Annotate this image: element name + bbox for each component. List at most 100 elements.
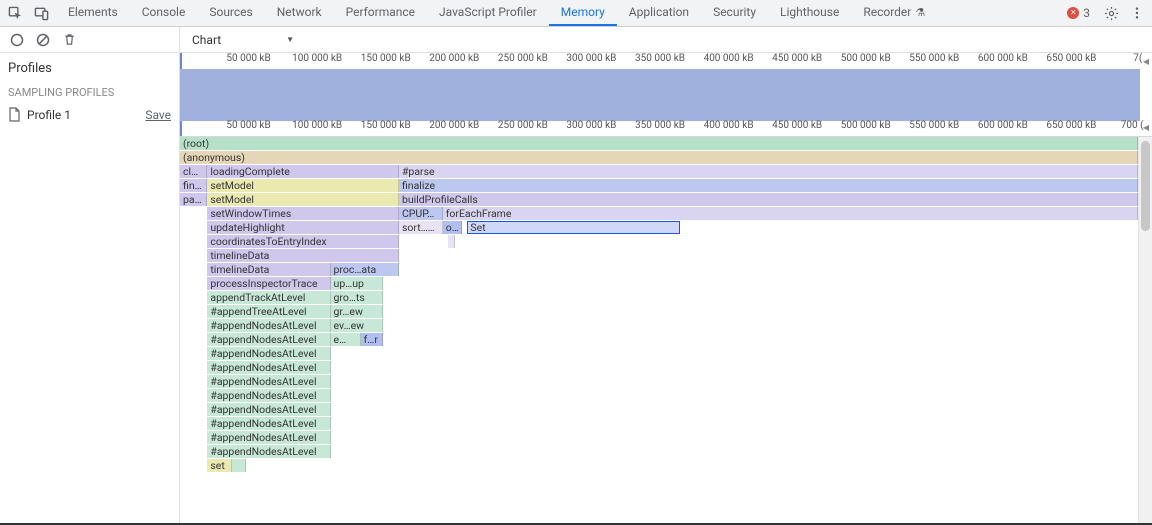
flame-bar[interactable]: (anonymous): [180, 151, 1138, 164]
flame-row: #appendNodesAtLevelev…ew: [180, 319, 1138, 333]
flame-bar[interactable]: #appendNodesAtLevel: [207, 347, 330, 360]
flame-bar[interactable]: #appendNodesAtLevel: [207, 403, 330, 416]
flame-row: timelineDataproc…ata: [180, 263, 1138, 277]
overview-right-clip: ◀ ◀: [1140, 53, 1152, 136]
flame-bar[interactable]: #appendNodesAtLevel: [207, 445, 330, 458]
tab-sources[interactable]: Sources: [197, 0, 264, 26]
tab-console[interactable]: Console: [130, 0, 198, 26]
ruler-tick: 200 000 kB: [429, 120, 479, 131]
ruler-tick: 300 000 kB: [566, 53, 616, 64]
flame-bar[interactable]: ev…ew: [331, 319, 383, 332]
device-toolbar-icon[interactable]: [30, 2, 52, 24]
error-indicator[interactable]: ✕ 3: [1067, 6, 1090, 20]
tab-label: Console: [142, 5, 186, 19]
tab-javascript-profiler[interactable]: JavaScript Profiler: [427, 0, 549, 26]
view-select[interactable]: Chart ▼: [188, 31, 298, 49]
devtools-tabbar: Elements Console Sources Network Performance…: [0, 0, 1152, 27]
vertical-scrollbar[interactable]: [1138, 137, 1152, 524]
ruler-tick: 400 000 kB: [704, 120, 754, 131]
ruler-tick: 400 000 kB: [704, 53, 754, 64]
flame-bar[interactable]: setWindowTimes: [207, 207, 399, 220]
tab-label: Network: [277, 5, 322, 19]
flame-row: closeloadingComplete#parse: [180, 165, 1138, 179]
flame-bar[interactable]: #appendNodesAtLevel: [207, 375, 330, 388]
ruler-bottom: 50 000 kB100 000 kB150 000 kB200 000 kB2…: [180, 120, 1140, 136]
flame-bar[interactable]: loadingComplete: [207, 165, 399, 178]
flame-bar[interactable]: processInspectorTrace: [207, 277, 330, 290]
flame-bar[interactable]: #appendNodesAtLevel: [207, 431, 330, 444]
profile-icon: [8, 107, 21, 122]
tab-elements[interactable]: Elements: [56, 0, 130, 26]
overview-minimap[interactable]: 50 000 kB100 000 kB150 000 kB200 000 kB2…: [180, 53, 1152, 137]
flame-bar[interactable]: #appendNodesAtLevel: [207, 389, 330, 402]
inspect-element-icon[interactable]: [4, 2, 26, 24]
flame-row: #appendNodesAtLevel: [180, 445, 1138, 459]
flame-bar[interactable]: gr…ew: [331, 305, 383, 318]
flame-bar[interactable]: fin…ce: [180, 179, 207, 192]
ruler-tick: 50 000 kB: [226, 53, 270, 64]
scrollbar-thumb[interactable]: [1141, 141, 1150, 231]
settings-icon[interactable]: [1100, 2, 1122, 24]
tab-performance[interactable]: Performance: [334, 0, 427, 26]
flame-bar[interactable]: pa…at: [180, 193, 207, 206]
tab-network[interactable]: Network: [265, 0, 334, 26]
flame-bar[interactable]: CPUP…del: [399, 207, 443, 220]
flame-bar[interactable]: close: [180, 165, 207, 178]
flame-bar[interactable]: e…: [331, 333, 361, 346]
record-button[interactable]: [8, 31, 26, 49]
flame-bar[interactable]: #parse: [399, 165, 1138, 178]
flame-bar[interactable]: proc…ata: [331, 263, 399, 276]
flame-bar[interactable]: appendTrackAtLevel: [207, 291, 330, 304]
flame-bar[interactable]: f…r: [361, 333, 383, 346]
profile-name: Profile 1: [27, 108, 71, 122]
flame-bar[interactable]: gro…ts: [331, 291, 383, 304]
flame-row: coordinatesToEntryIndex: [180, 235, 1138, 249]
flame-bar[interactable]: #appendNodesAtLevel: [207, 319, 330, 332]
tab-application[interactable]: Application: [617, 0, 701, 26]
ruler-tick: 450 000 kB: [772, 120, 822, 131]
flame-bar[interactable]: forEachFrame: [443, 207, 1138, 220]
flame-row: timelineData: [180, 249, 1138, 263]
flame-bar[interactable]: timelineData: [207, 249, 399, 262]
flame-row: set: [180, 459, 1138, 473]
flame-bar[interactable]: Set: [467, 221, 679, 234]
flame-chart[interactable]: (root)(anonymous)closeloadingComplete#pa…: [180, 137, 1138, 524]
flame-bar[interactable]: up…up: [331, 277, 383, 290]
memory-panel: Chart ▼ 50 000 kB 100 000 kB 150 000 kB 200…: [180, 27, 1152, 524]
profile-list-item[interactable]: Profile 1 Save: [0, 103, 179, 126]
flame-bar[interactable]: set: [207, 459, 232, 472]
flame-row: #appendNodesAtLevel: [180, 375, 1138, 389]
ruler-tick: 150 000 kB: [361, 120, 411, 131]
profiles-heading: Profiles: [0, 53, 179, 82]
more-icon[interactable]: [1126, 2, 1148, 24]
flame-bar[interactable]: [232, 459, 246, 472]
tab-label: Lighthouse: [780, 5, 839, 19]
flame-bar[interactable]: coordinatesToEntryIndex: [207, 235, 399, 248]
flame-bar[interactable]: (root): [180, 137, 1138, 150]
flame-bar[interactable]: #appendNodesAtLevel: [207, 417, 330, 430]
tab-label: JavaScript Profiler: [439, 5, 537, 19]
ruler-tick: 350 000 kB: [635, 120, 685, 131]
ruler-tick: 100 000 kB: [292, 120, 342, 131]
flame-bar[interactable]: sort…ples: [399, 221, 443, 234]
flame-bar[interactable]: #appendTreeAtLevel: [207, 305, 330, 318]
tab-label: Performance: [346, 5, 415, 19]
save-link[interactable]: Save: [145, 108, 171, 122]
tab-recorder[interactable]: Recorder⚗: [851, 0, 937, 26]
flame-bar[interactable]: o…k: [443, 221, 462, 234]
flame-bar[interactable]: updateHighlight: [207, 221, 399, 234]
flame-bar[interactable]: buildProfileCalls: [399, 193, 1138, 206]
flame-bar[interactable]: setModel: [207, 193, 399, 206]
flame-bar[interactable]: #appendNodesAtLevel: [207, 361, 330, 374]
tab-memory[interactable]: Memory: [549, 0, 617, 26]
flame-bar[interactable]: finalize: [399, 179, 1138, 192]
clear-button[interactable]: [34, 31, 52, 49]
flame-row: #appendNodesAtLevel: [180, 431, 1138, 445]
tab-security[interactable]: Security: [701, 0, 768, 26]
flame-bar[interactable]: setModel: [207, 179, 399, 192]
tab-lighthouse[interactable]: Lighthouse: [768, 0, 851, 26]
flame-bar[interactable]: #appendNodesAtLevel: [207, 333, 330, 346]
delete-button[interactable]: [60, 31, 78, 49]
flame-bar[interactable]: timelineData: [207, 263, 330, 276]
flame-bar[interactable]: [448, 235, 455, 248]
